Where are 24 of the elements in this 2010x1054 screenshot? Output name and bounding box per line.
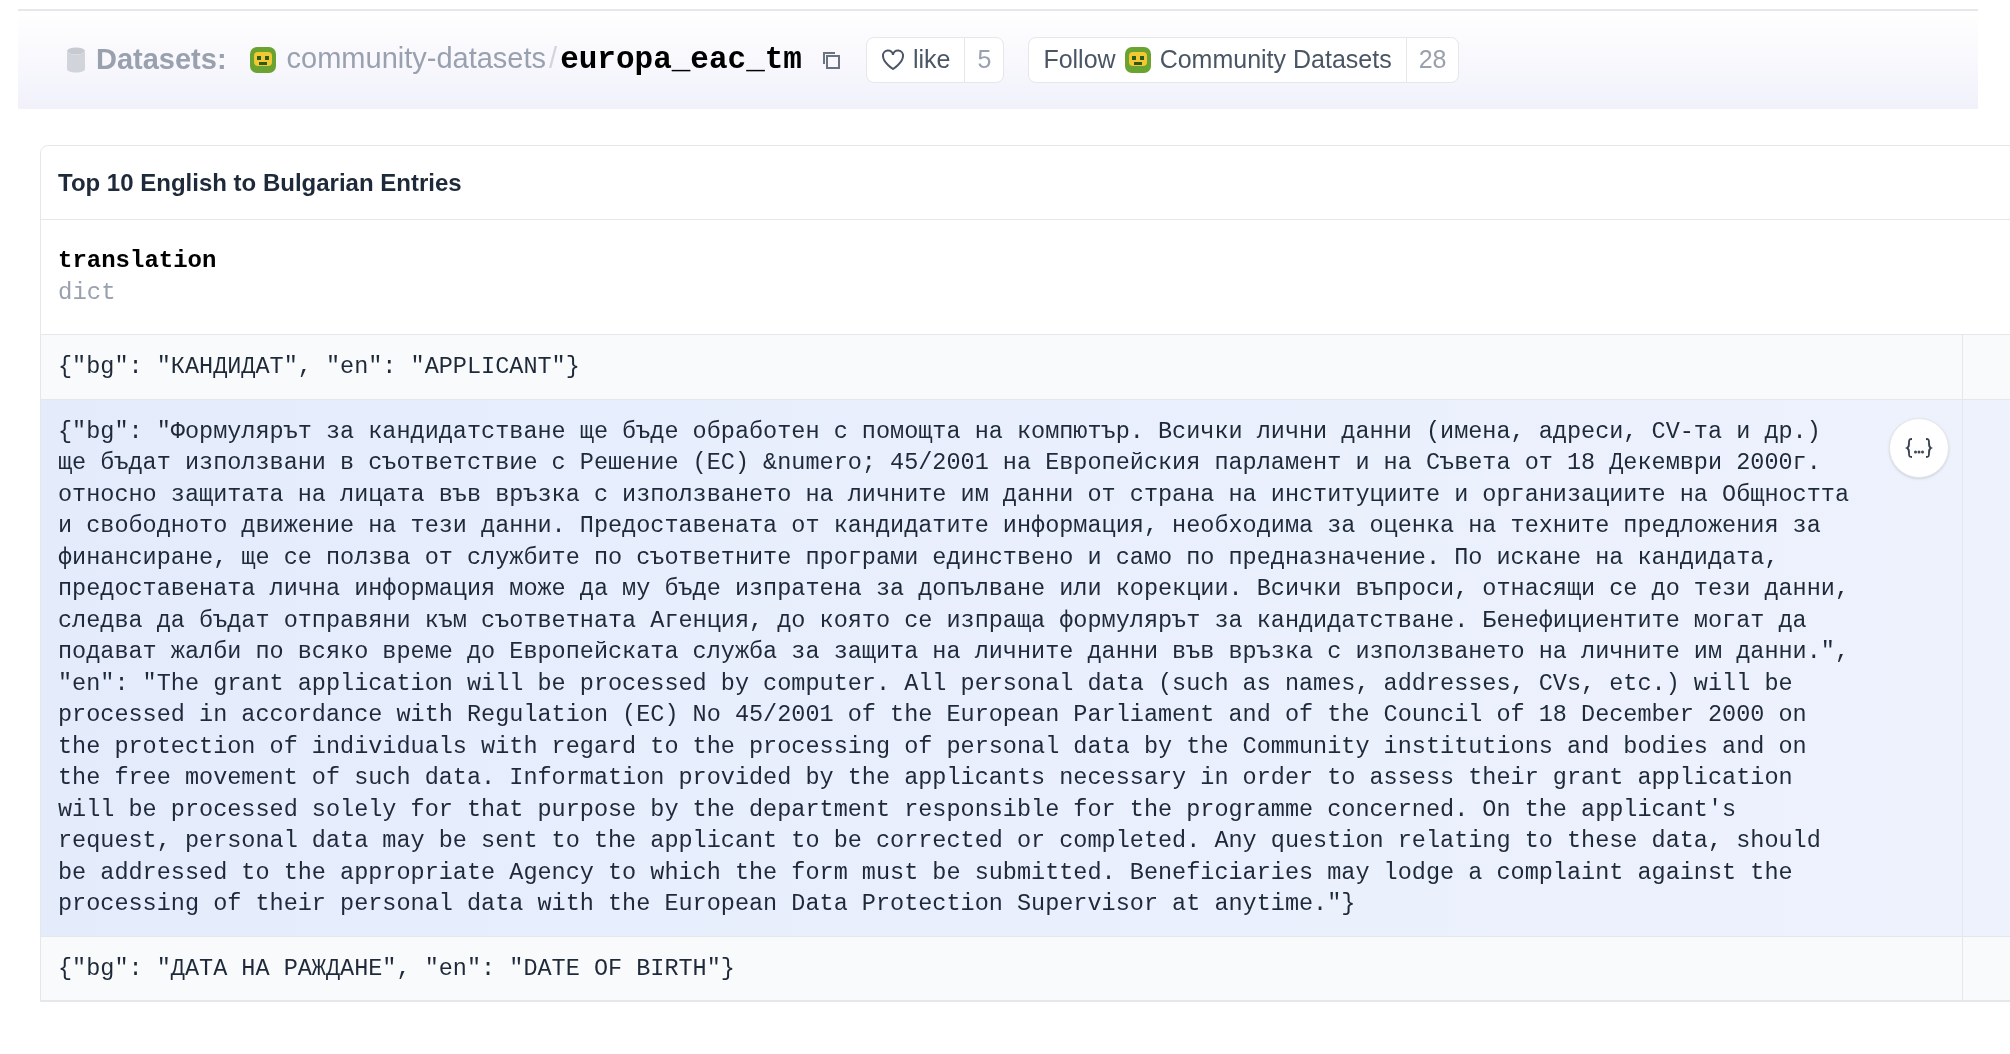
expand-json-button[interactable] xyxy=(1889,417,1949,478)
avatar-icon xyxy=(248,46,277,74)
breadcrumb-label: Datasets: xyxy=(96,42,227,78)
avatar-icon xyxy=(1123,46,1152,74)
braces-icon xyxy=(1905,436,1933,459)
path-separator: / xyxy=(549,40,558,76)
table-row[interactable]: {"bg": "КАНДИДАТ", "en": "APPLICANT"} xyxy=(41,335,2010,400)
like-count: 5 xyxy=(964,38,1004,82)
cell-text: {"bg": "ДАТА НА РАЖДАНЕ", "en": "DATE OF BIRTH"} xyxy=(58,953,736,984)
column-type: dict xyxy=(58,278,116,308)
cell-text: {"bg": "Формулярът за кандидатстване ще бъде обработен с помощта на компютър. Всички лични данни (имена, адреси, CV-та и др.) ще бъдат използвани в съответствие с Решение (ЕС) &numero; 45/2001 на Европейския парламент и на Съвета от 18 Декември 2000г. относно защитата на лицата във връзка с използването на личните им данни от страна на институциите и организациите на Общността и свободното движение на тези данни. Предоставената от кандидатите информация, необходима за оценка на техните предложения за финансиране, ще се ползва от службите по съответните програми единствено и само по предназначение. По искане на кандидата, предоставената лична информация може да му бъде изпратена за допълване или корекции. Всички въпроси, отнасящи се до тези данни, следва да бъдат отправяни към съответната Агенция, до която се изпраща формулярът за кандидатстване. Бенефициентите могат да подават жалби по всяко време до Европейската служба за защита на личните данни във връзка с използването на личните им данни.", "en": "The grant application will be processed by computer. All personal data (such as names, addresses, CVs, etc.) will be processed in accordance with Regulation (EC) No 45/2001 of the European Parliament and of the Council of 18 December 2000 on the protection of individuals with regard to the processing of personal data by the Community institutions and bodies and on the free movement of such data. Information provided by the applicants necessary in order to assess their grant application will be processed solely for that purpose by the department responsible for the programme concerned. On the applicant's request, personal data may be sent to the applicant to be corrected or completed. Any question relating to these data, should be addressed to the appropriate Agency to which the form must be submitted. Beneficiaries may lodge a complaint against the processing of their personal data with the European Data Protection Supervisor at anytime."} xyxy=(58,416,1850,919)
cell-text: {"bg": "КАНДИДАТ", "en": "APPLICANT"} xyxy=(58,352,581,382)
follow-label: Follow xyxy=(1043,44,1116,76)
organization-name: Community Datasets xyxy=(1159,44,1392,76)
like-label: like xyxy=(912,44,951,76)
table-row[interactable]: {"bg": "ДАТА НА РАЖДАНЕ", "en": "DATE OF BIRTH"} xyxy=(41,936,2010,1001)
card-title: Top 10 English to Bulgarian Entries xyxy=(58,167,462,198)
follower-count: 28 xyxy=(1405,38,1459,82)
dataset-name-link[interactable]: europa_eac_tm xyxy=(560,36,802,84)
column-name: translation xyxy=(58,246,217,276)
heart-icon xyxy=(880,49,905,71)
follow-button[interactable]: Follow Community Datasets 28 xyxy=(1028,37,1460,83)
database-icon xyxy=(66,47,86,73)
like-button[interactable]: like 5 xyxy=(865,37,1005,83)
